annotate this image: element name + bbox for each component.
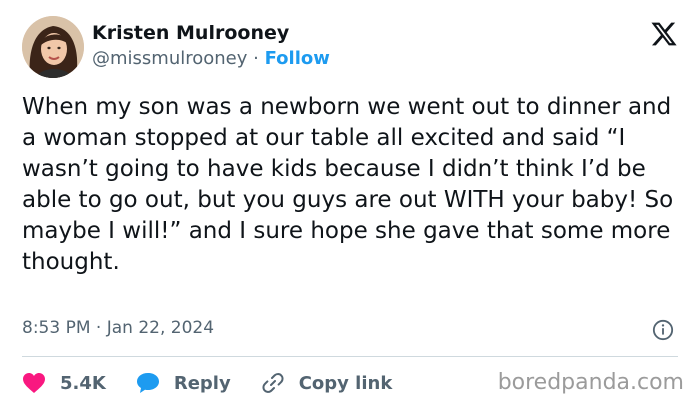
avatar[interactable] xyxy=(22,16,84,78)
author-handle-row: @missmulrooney · Follow xyxy=(92,48,330,69)
tweet-timestamp[interactable]: 8:53 PM · Jan 22, 2024 xyxy=(22,318,214,338)
divider xyxy=(22,356,678,357)
heart-icon xyxy=(23,373,45,393)
tweet-card: Kristen Mulrooney @missmulrooney · Follo… xyxy=(0,0,700,410)
action-bar: 5.4K Reply Copy link xyxy=(22,368,422,398)
separator-dot: · xyxy=(253,48,259,69)
copy-link-button[interactable]: Copy link xyxy=(261,371,393,395)
link-icon xyxy=(262,373,284,393)
speech-bubble-icon xyxy=(136,373,159,393)
author-name[interactable]: Kristen Mulrooney xyxy=(92,22,289,44)
like-count: 5.4K xyxy=(60,372,106,394)
watermark: boredpanda.com xyxy=(497,370,684,395)
reply-button[interactable]: Reply xyxy=(136,372,231,394)
info-icon[interactable] xyxy=(652,319,674,341)
tweet-text: When my son was a newborn we went out to… xyxy=(22,94,674,275)
follow-button[interactable]: Follow xyxy=(265,48,330,69)
author-handle[interactable]: @missmulrooney xyxy=(92,48,247,69)
like-button[interactable]: 5.4K xyxy=(22,372,106,394)
x-logo-icon[interactable] xyxy=(650,20,678,48)
copy-link-label: Copy link xyxy=(298,372,393,394)
reply-label: Reply xyxy=(173,372,231,394)
